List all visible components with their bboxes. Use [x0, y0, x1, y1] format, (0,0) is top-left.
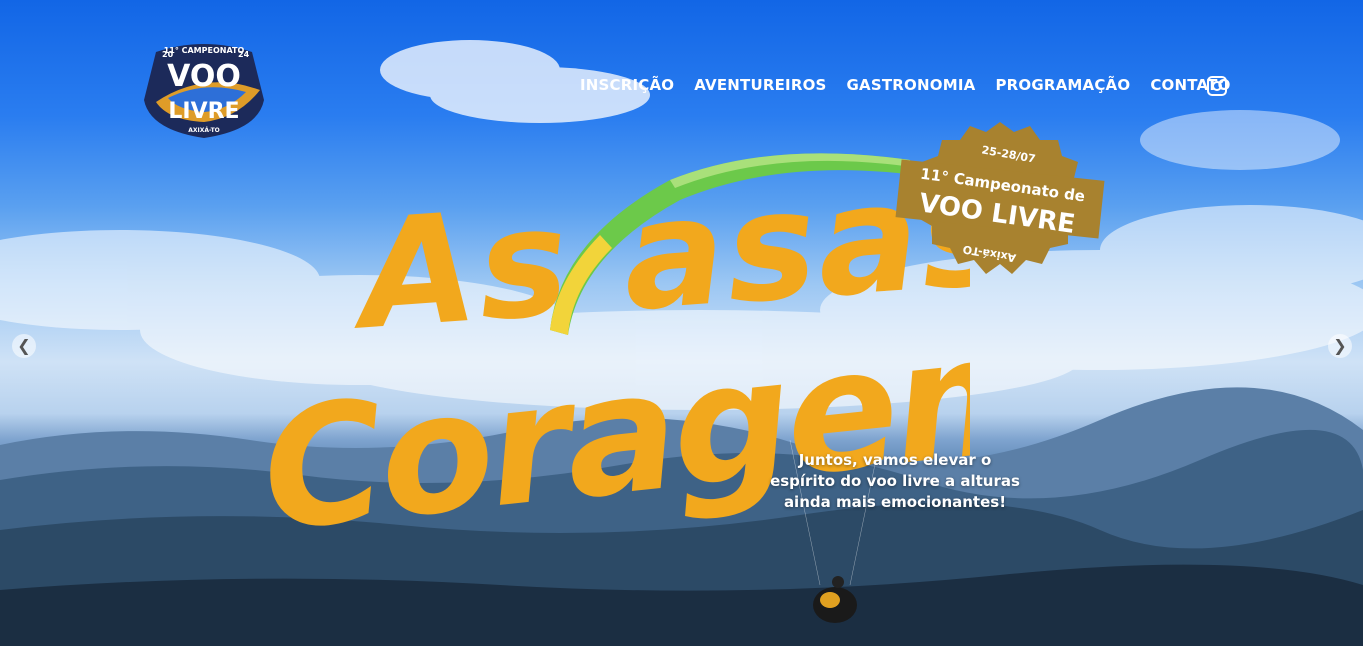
- chevron-right-icon: ❯: [1333, 336, 1347, 355]
- tagline-line: Juntos, vamos elevar o: [798, 451, 992, 469]
- event-seal-badge: 25-28/07 11° Campeonato de VOO LIVRE Axi…: [895, 122, 1105, 274]
- logo-line2: LIVRE: [168, 99, 239, 124]
- nav-item-aventureiros[interactable]: AVENTUREIROS: [694, 76, 826, 94]
- logo-location: AXIXÁ-TO: [188, 127, 220, 134]
- logo-year-right: 24: [238, 50, 250, 59]
- main-nav: INSCRIÇÃO AVENTUREIROS GASTRONOMIA PROGR…: [580, 76, 1231, 94]
- hero-tagline: Juntos, vamos elevar o espírito do voo l…: [760, 450, 1030, 513]
- hero-banner: 20 11° CAMPEONATO 24 VOO LIVRE AXIXÁ-TO …: [0, 0, 1363, 646]
- chevron-left-icon: ❮: [17, 336, 31, 355]
- nav-item-programacao[interactable]: PROGRAMAÇÃO: [995, 76, 1130, 94]
- carousel-prev-button[interactable]: ❮: [12, 334, 36, 358]
- carousel-next-button[interactable]: ❯: [1328, 334, 1352, 358]
- tagline-line: espírito do voo livre a alturas: [770, 472, 1020, 490]
- nav-item-inscricao[interactable]: INSCRIÇÃO: [580, 76, 674, 94]
- logo-edition: 11° CAMPEONATO: [164, 46, 245, 55]
- logo-line1: VOO: [167, 59, 241, 94]
- nav-item-gastronomia[interactable]: GASTRONOMIA: [847, 76, 976, 94]
- instagram-icon[interactable]: [1207, 76, 1227, 96]
- tagline-line: ainda mais emocionantes!: [783, 493, 1007, 511]
